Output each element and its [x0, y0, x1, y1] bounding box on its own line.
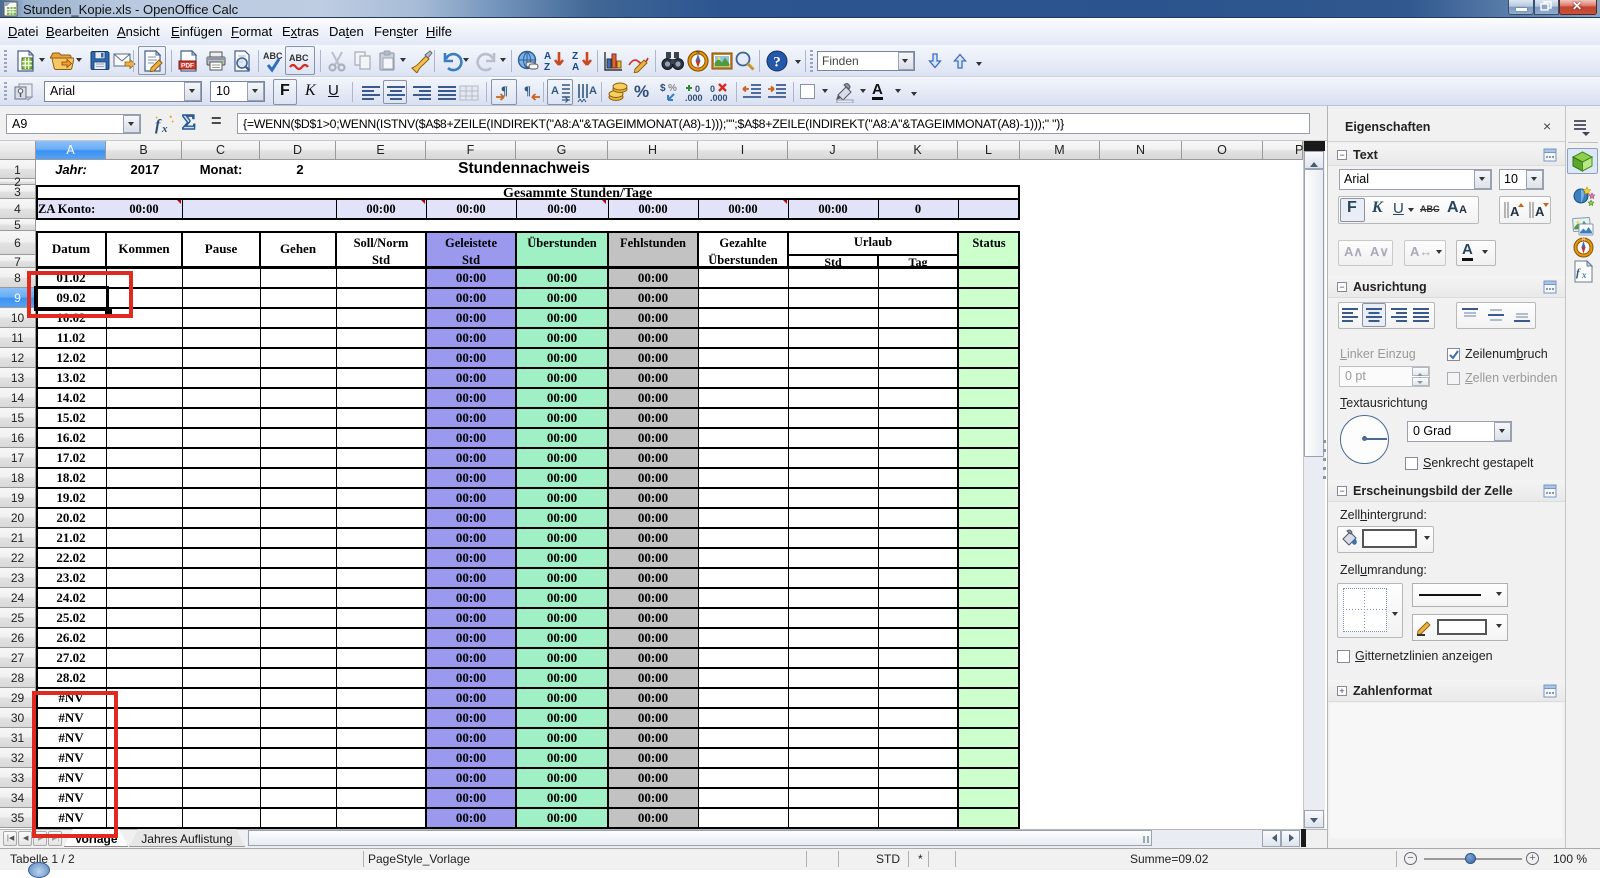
svg-text:¶: ¶ [524, 83, 531, 98]
svg-text:f: f [155, 117, 162, 134]
svg-text:A: A [1510, 204, 1520, 219]
svg-text:N: N [1582, 237, 1585, 242]
svg-text:.000: .000 [685, 93, 703, 103]
svg-text:N: N [696, 50, 699, 55]
svg-text:Z: Z [572, 51, 578, 62]
svg-text:PDF: PDF [181, 63, 194, 70]
svg-text:Z: Z [544, 62, 550, 73]
svg-text:A: A [544, 51, 551, 62]
svg-text:A: A [589, 85, 597, 97]
svg-text:$: $ [660, 83, 666, 94]
svg-text:.000: .000 [710, 93, 728, 103]
svg-text:A: A [1535, 204, 1545, 219]
svg-text:x: x [1581, 270, 1587, 280]
svg-text:ABC: ABC [289, 53, 309, 63]
svg-text:ABC: ABC [263, 51, 283, 61]
svg-text:%: % [668, 83, 677, 94]
svg-text:A: A [551, 85, 559, 97]
svg-text:x: x [161, 123, 168, 135]
svg-text:?: ? [773, 55, 781, 71]
svg-text:A: A [572, 62, 579, 73]
